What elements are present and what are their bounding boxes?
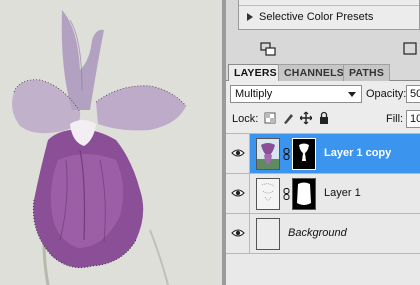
layer-mask-thumbnail[interactable] — [292, 178, 316, 210]
tab-channels[interactable]: CHANNELS — [278, 64, 350, 81]
tab-paths[interactable]: PATHS — [343, 64, 391, 81]
layer-name[interactable]: Background — [288, 227, 347, 239]
blend-mode-value: Multiply — [235, 88, 273, 100]
blend-mode-select[interactable]: Multiply — [230, 85, 362, 103]
layer-thumbnail[interactable] — [256, 218, 280, 250]
tab-layers[interactable]: LAYERS — [228, 64, 283, 82]
lock-position-icon[interactable] — [300, 111, 312, 125]
layer-mask-thumbnail[interactable] — [292, 138, 316, 170]
layer-name[interactable]: Layer 1 copy — [324, 147, 391, 159]
fill-label: Fill: — [386, 113, 404, 125]
expanded-view-icon[interactable] — [402, 42, 418, 56]
orchid-image — [0, 0, 222, 285]
lock-all-icon[interactable] — [318, 111, 330, 125]
eye-icon[interactable] — [231, 148, 245, 158]
eye-icon[interactable] — [231, 228, 245, 238]
layers-list: Layer 1 copy Layer 1 Background — [226, 133, 420, 285]
return-to-list-icon[interactable] — [260, 42, 276, 56]
expand-triangle-icon[interactable] — [247, 13, 253, 21]
presets-label: Selective Color Presets — [259, 11, 374, 23]
opacity-label: Opacity: — [366, 88, 407, 100]
fill-field[interactable]: 10 — [406, 110, 420, 128]
selective-color-presets-item[interactable]: Selective Color Presets — [247, 11, 373, 23]
opacity-field[interactable]: 50 — [406, 85, 420, 103]
layer-row-layer-1-copy[interactable]: Layer 1 copy — [226, 133, 420, 174]
visibility-toggle[interactable] — [226, 134, 250, 174]
layer-options-bar: Multiply Opacity: 50 Lock: Fill: 10 — [226, 81, 420, 133]
lock-label: Lock: — [232, 113, 259, 125]
presets-separator — [239, 5, 419, 6]
chain-link-icon[interactable] — [283, 188, 290, 200]
eye-icon[interactable] — [231, 188, 245, 198]
lock-transparent-pixels-icon[interactable] — [264, 111, 276, 125]
layer-thumbnail[interactable] — [256, 178, 280, 210]
adjustments-presets-box: Selective Color Presets — [238, 0, 420, 30]
chain-link-icon[interactable] — [283, 148, 290, 160]
panel-tabs: LAYERS CHANNELS PATHS — [226, 63, 420, 82]
layer-row-layer-1[interactable]: Layer 1 — [226, 173, 420, 214]
visibility-toggle[interactable] — [226, 214, 250, 254]
chevron-down-icon — [348, 92, 356, 97]
layers-panel: Selective Color Presets LAYERS CHANNELS … — [226, 0, 420, 285]
layer-row-background[interactable]: Background — [226, 213, 420, 254]
layers-list-divider — [226, 253, 420, 254]
layer-thumbnail[interactable] — [256, 138, 280, 170]
lock-image-pixels-icon[interactable] — [282, 111, 294, 125]
visibility-toggle[interactable] — [226, 174, 250, 214]
panel-toolbar — [226, 38, 420, 62]
document-canvas[interactable] — [0, 0, 222, 285]
layer-name[interactable]: Layer 1 — [324, 187, 361, 199]
